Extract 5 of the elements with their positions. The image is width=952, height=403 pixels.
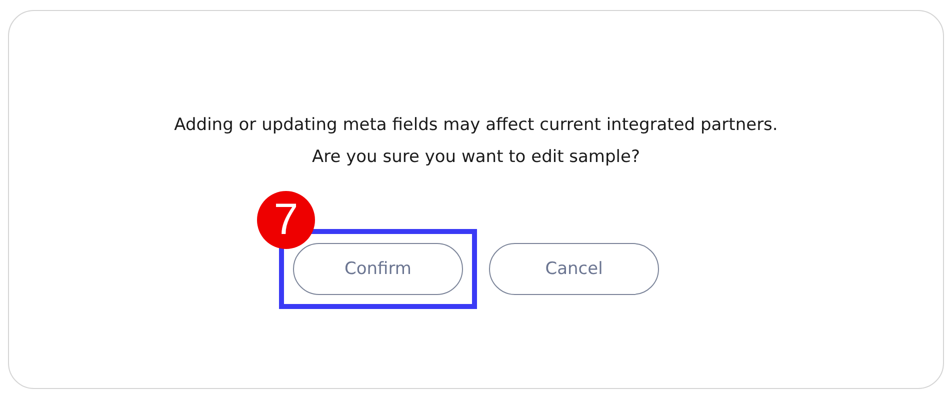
dialog-message: Are you sure you want to edit sample? bbox=[312, 146, 640, 169]
step-badge: 7 bbox=[257, 191, 315, 249]
dialog-message: Adding or updating meta fields may affect current integrated partners. bbox=[174, 114, 778, 137]
cancel-button[interactable]: Cancel bbox=[489, 243, 659, 295]
confirm-button[interactable]: Confirm bbox=[293, 243, 463, 295]
